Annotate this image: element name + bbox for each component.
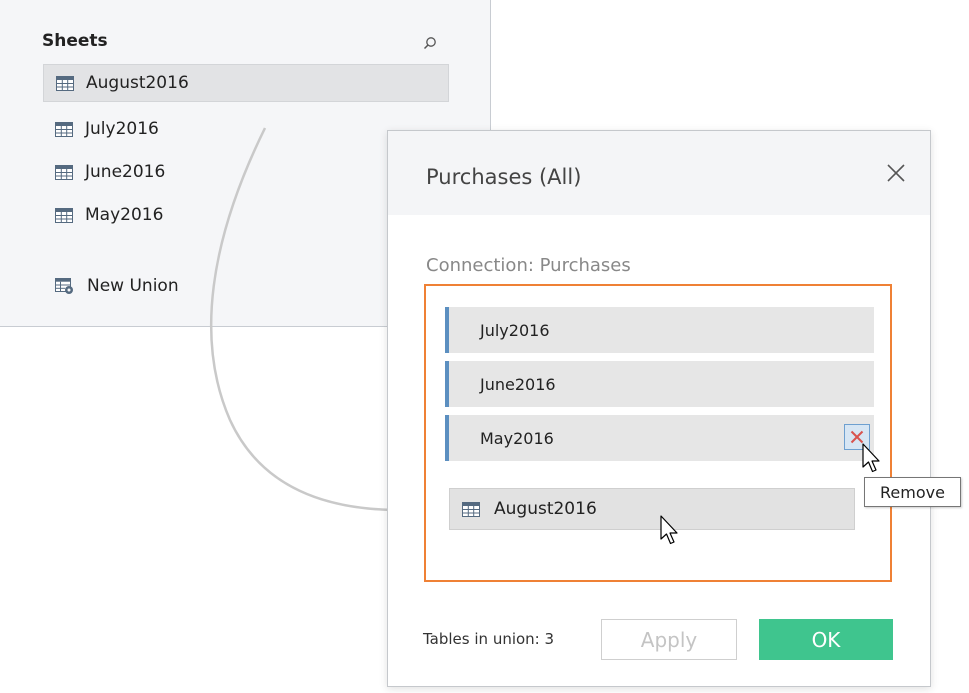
- union-table-label: July2016: [480, 320, 550, 340]
- dragging-table-august2016[interactable]: August2016: [449, 488, 855, 530]
- dialog-title: Purchases (All): [426, 165, 582, 189]
- union-table-row-july2016[interactable]: July2016: [445, 307, 874, 353]
- union-icon: [55, 277, 75, 295]
- sheet-item-label: July2016: [85, 119, 159, 139]
- union-table-row-june2016[interactable]: June2016: [445, 361, 874, 407]
- union-drop-zone[interactable]: July2016 June2016 May2016 August2016: [424, 284, 892, 582]
- new-union-label: New Union: [87, 276, 179, 296]
- remove-table-button[interactable]: [844, 424, 870, 450]
- union-table-label: May2016: [480, 428, 554, 448]
- table-icon: [55, 207, 73, 223]
- close-icon[interactable]: [884, 161, 908, 185]
- remove-x-icon: [850, 430, 864, 444]
- sheets-title: Sheets: [42, 31, 108, 51]
- sheet-item-label: August2016: [86, 73, 189, 93]
- tables-in-union-count: Tables in union: 3: [423, 630, 555, 648]
- edit-union-dialog: Purchases (All) Connection: Purchases Ju…: [387, 130, 931, 687]
- union-table-label: June2016: [480, 374, 556, 394]
- ok-button[interactable]: OK: [759, 619, 893, 660]
- union-table-row-may2016[interactable]: May2016: [445, 415, 874, 461]
- table-icon: [462, 501, 480, 517]
- remove-tooltip: Remove: [864, 477, 961, 507]
- dragging-table-label: August2016: [494, 499, 597, 519]
- search-icon[interactable]: [423, 36, 437, 50]
- sheet-item-august2016[interactable]: August2016: [43, 64, 449, 102]
- sheet-item-label: May2016: [85, 205, 164, 225]
- table-icon: [55, 164, 73, 180]
- apply-button[interactable]: Apply: [601, 619, 737, 660]
- dialog-header: Purchases (All): [388, 131, 930, 215]
- table-icon: [56, 75, 74, 91]
- connection-label: Connection: Purchases: [426, 255, 631, 276]
- sheet-item-label: June2016: [85, 162, 166, 182]
- table-icon: [55, 121, 73, 137]
